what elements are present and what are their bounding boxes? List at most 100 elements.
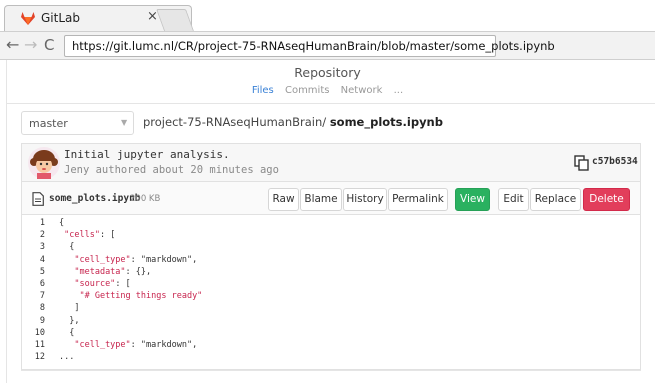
code-string: "cells" xyxy=(64,230,100,241)
tab-commits[interactable]: Commits xyxy=(285,85,330,96)
code-text-plain xyxy=(59,267,74,277)
page-divider xyxy=(6,60,7,383)
back-arrow-icon[interactable]: ← xyxy=(6,36,19,54)
code-line: 2 "cells": [ xyxy=(22,230,642,241)
code-line: 1{ xyxy=(22,218,642,229)
code-line: 3 { xyxy=(22,242,642,253)
code-line: 4 "cell_type": "markdown", xyxy=(22,255,642,266)
tab-files[interactable]: Files xyxy=(252,85,274,96)
code-text-plain: { xyxy=(59,242,75,253)
file-size: 200 KB xyxy=(130,194,161,204)
line-number[interactable]: 2 xyxy=(22,230,45,241)
tab-title: GitLab xyxy=(41,11,80,25)
permalink-button[interactable]: Permalink xyxy=(388,188,448,211)
code-text: }, xyxy=(59,316,79,327)
code-text-plain: : "markdown", xyxy=(130,340,198,350)
code-text-plain: : {}, xyxy=(125,266,152,277)
branch-selector[interactable]: master ▼ xyxy=(21,111,134,135)
raw-button[interactable]: Raw xyxy=(268,188,299,211)
address-bar[interactable]: https://git.lumc.nl/CR/project-75-RNAseq… xyxy=(64,35,555,57)
code-text-plain: : [ xyxy=(99,230,116,241)
code-line: 7 "# Getting things ready" xyxy=(22,291,642,302)
code-string: "source" xyxy=(74,279,116,289)
line-number[interactable]: 11 xyxy=(22,340,45,351)
code-text-plain: : "markdown", xyxy=(130,254,198,265)
code-line: 5 "metadata": {}, xyxy=(22,267,642,278)
history-button[interactable]: History xyxy=(343,188,387,211)
code-text: "# Getting things ready" xyxy=(59,291,202,302)
file-header: some_plots.ipynb 200 KB Raw Blame Histor… xyxy=(21,181,641,215)
code-string: "metadata" xyxy=(74,266,126,277)
code-text: "metadata": {}, xyxy=(59,267,151,278)
file-icon xyxy=(32,192,44,206)
code-line: 6 "source": [ xyxy=(22,279,642,290)
code-text-plain: ... xyxy=(59,352,75,363)
code-string: "cell_type" xyxy=(74,340,131,350)
code-line: 10 { xyxy=(22,328,642,339)
branch-name: master xyxy=(29,117,68,130)
code-line: 8 ] xyxy=(22,303,642,314)
code-bottom-divider xyxy=(21,370,641,371)
code-text-plain: { xyxy=(59,218,65,228)
code-text-plain: { xyxy=(59,327,75,338)
last-commit-box: Initial jupyter analysis. Jeny authored … xyxy=(21,143,641,181)
code-text: "cell_type": "markdown", xyxy=(59,340,197,351)
code-text: "cells": [ xyxy=(59,230,115,241)
breadcrumb-project[interactable]: project-75-RNAseqHumanBrain/ xyxy=(143,115,330,129)
line-number[interactable]: 8 xyxy=(22,303,45,314)
code-text-plain xyxy=(59,291,79,301)
browser-tab-bar: GitLab × xyxy=(0,0,655,31)
line-number[interactable]: 6 xyxy=(22,279,45,290)
copy-icon[interactable] xyxy=(574,155,590,171)
chevron-down-icon: ▼ xyxy=(121,118,128,127)
page-header: Repository xyxy=(0,60,655,83)
forward-arrow-icon[interactable]: → xyxy=(24,36,37,54)
breadcrumb-file: some_plots.ipynb xyxy=(329,115,443,129)
file-name: some_plots.ipynb xyxy=(49,193,141,204)
code-text: "source": [ xyxy=(59,279,131,290)
code-text: ] xyxy=(59,303,79,314)
code-text: { xyxy=(59,242,74,253)
code-text: "cell_type": "markdown", xyxy=(59,255,197,266)
subnav-divider xyxy=(6,103,655,104)
code-viewer: 1{2 "cells": [3 {4 "cell_type": "markdow… xyxy=(21,215,641,370)
reload-icon[interactable]: C xyxy=(44,36,54,54)
breadcrumb: project-75-RNAseqHumanBrain/ some_plots.… xyxy=(143,115,443,129)
code-line: 9 }, xyxy=(22,316,642,327)
line-number[interactable]: 9 xyxy=(22,316,45,327)
url-text: https://git.lumc.nl/CR/project-75-RNAseq… xyxy=(72,39,555,53)
code-text-plain xyxy=(59,255,74,265)
code-text-plain: : [ xyxy=(115,279,131,289)
line-number[interactable]: 3 xyxy=(22,242,45,253)
code-line: 12... xyxy=(22,352,642,363)
code-text: { xyxy=(59,218,64,229)
code-string: "# Getting things ready" xyxy=(79,291,203,302)
repository-subnav: Files Commits Network ... xyxy=(0,85,655,103)
view-button[interactable]: View xyxy=(455,188,490,211)
code-text-plain: }, xyxy=(59,315,80,326)
code-text: ... xyxy=(59,352,74,363)
line-number[interactable]: 12 xyxy=(22,352,45,363)
commit-message[interactable]: Initial jupyter analysis. xyxy=(64,148,230,161)
edit-button[interactable]: Edit xyxy=(498,188,529,211)
code-string: "cell_type" xyxy=(74,254,131,265)
line-number[interactable]: 4 xyxy=(22,255,45,266)
tab-more[interactable]: ... xyxy=(394,85,404,96)
line-number[interactable]: 10 xyxy=(22,328,45,339)
line-number[interactable]: 7 xyxy=(22,291,45,302)
line-number[interactable]: 5 xyxy=(22,267,45,278)
line-number[interactable]: 1 xyxy=(22,218,45,229)
browser-nav-bar: ← → C https://git.lumc.nl/CR/project-75-… xyxy=(0,31,655,60)
tab-network[interactable]: Network xyxy=(341,85,383,96)
commit-sha[interactable]: c57b6534 xyxy=(592,156,638,167)
avatar[interactable] xyxy=(28,147,60,179)
page-title: Repository xyxy=(294,65,361,80)
code-text-plain xyxy=(59,279,74,289)
code-text-plain: ] xyxy=(59,303,80,314)
gitlab-logo-icon xyxy=(21,12,35,25)
code-line: 11 "cell_type": "markdown", xyxy=(22,340,642,351)
blame-button[interactable]: Blame xyxy=(300,188,342,211)
replace-button[interactable]: Replace xyxy=(530,188,581,211)
delete-button[interactable]: Delete xyxy=(583,188,630,211)
code-text: { xyxy=(59,328,74,339)
